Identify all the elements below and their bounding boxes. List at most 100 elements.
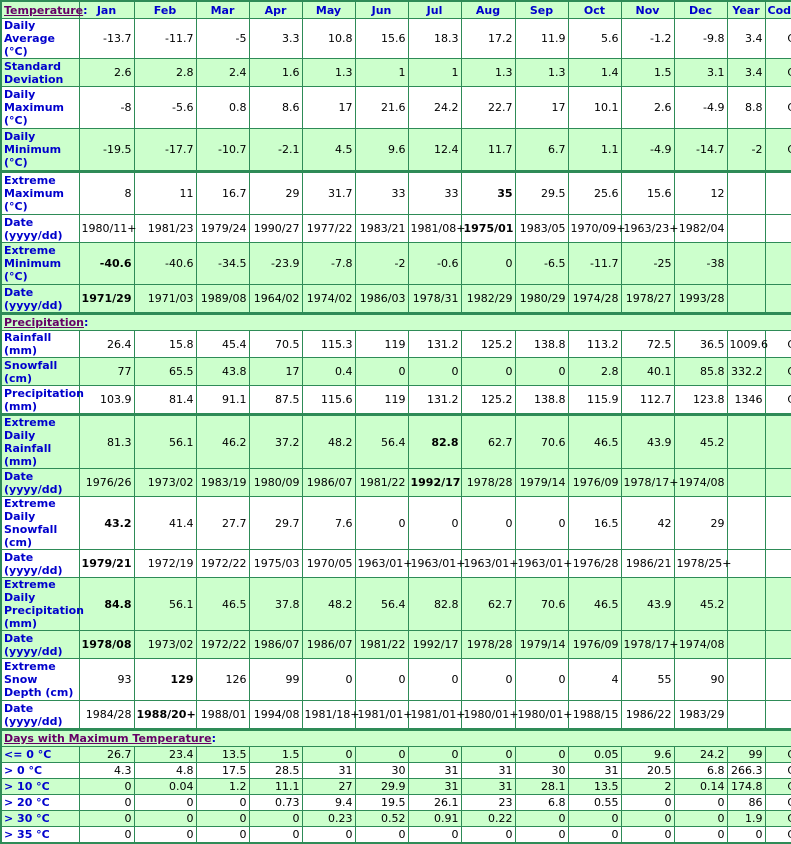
value-cell: 3.1 bbox=[673, 58, 728, 87]
row-label: Snowfall (cm) bbox=[0, 357, 80, 386]
value-cell: 11.9 bbox=[514, 18, 569, 59]
value-cell: -25 bbox=[620, 242, 675, 285]
value-cell: 1974/08 bbox=[673, 468, 728, 497]
value-cell: 0 bbox=[407, 746, 462, 763]
year-cell bbox=[726, 658, 766, 701]
value-cell: 70.5 bbox=[248, 330, 303, 358]
section-link-precipitation[interactable]: Precipitation bbox=[4, 316, 84, 329]
value-cell: 0 bbox=[354, 496, 409, 550]
value-cell: 1988/01 bbox=[195, 700, 250, 730]
section-link-days-max-temp[interactable]: Days with Maximum Temperature bbox=[4, 732, 212, 745]
value-cell: 43.9 bbox=[620, 413, 675, 469]
month-header: Apr bbox=[248, 0, 303, 19]
code-cell: C bbox=[764, 746, 791, 763]
year-cell bbox=[726, 549, 766, 578]
year-cell: 1346 bbox=[726, 385, 766, 415]
value-cell: 0 bbox=[407, 496, 462, 550]
value-cell: 41.4 bbox=[133, 496, 197, 550]
value-cell: 1963/23+ bbox=[620, 214, 678, 243]
value-cell: 0 bbox=[514, 357, 569, 386]
value-cell: 26.4 bbox=[78, 330, 135, 358]
value-cell: 46.5 bbox=[567, 413, 622, 469]
temperature-section-header: Temperature: bbox=[0, 0, 88, 19]
value-cell: 6.8 bbox=[514, 794, 569, 811]
table-row: Date (yyyy/dd) 1978/08 1973/02 1972/22 1986/… bbox=[0, 630, 791, 659]
value-cell: 1988/20+ bbox=[133, 700, 197, 730]
code-cell bbox=[764, 170, 791, 215]
code-cell: C bbox=[764, 826, 791, 844]
year-cell bbox=[726, 242, 766, 285]
value-cell: 1981/22 bbox=[354, 468, 409, 497]
value-cell: 1.1 bbox=[567, 128, 622, 172]
value-cell: 1976/26 bbox=[78, 468, 135, 497]
value-cell: 1986/03 bbox=[354, 284, 409, 314]
value-cell: 70.6 bbox=[514, 577, 569, 631]
value-cell: 1972/19 bbox=[133, 549, 197, 578]
value-cell: 113.2 bbox=[567, 330, 622, 358]
table-row: Date (yyyy/dd) 1980/11+ 1981/23 1979/24 1990… bbox=[0, 214, 791, 243]
month-header: Dec bbox=[673, 0, 728, 19]
value-cell: 17 bbox=[301, 86, 356, 129]
value-cell: 1978/28 bbox=[460, 630, 516, 659]
value-cell: 29 bbox=[248, 170, 303, 215]
value-cell: 0 bbox=[78, 810, 135, 827]
year-cell: 332.2 bbox=[726, 357, 766, 386]
value-cell: 0 bbox=[195, 810, 250, 827]
value-cell: 25.6 bbox=[567, 170, 622, 215]
value-cell: 1979/14 bbox=[514, 468, 569, 497]
value-cell: 0.73 bbox=[248, 794, 303, 811]
value-cell: 17.5 bbox=[195, 762, 250, 779]
value-cell: 1978/31 bbox=[407, 284, 462, 314]
year-cell: 86 bbox=[726, 794, 766, 811]
row-label: > 10 °C bbox=[0, 778, 80, 795]
temperature-section-link[interactable]: Temperature bbox=[4, 4, 83, 17]
year-cell: 99 bbox=[726, 746, 766, 763]
value-cell: 1983/05 bbox=[514, 214, 569, 243]
value-cell: 0 bbox=[460, 357, 516, 386]
value-cell: -38 bbox=[673, 242, 728, 285]
value-cell: 129 bbox=[133, 658, 197, 701]
value-cell: 1983/29 bbox=[673, 700, 728, 730]
value-cell: 1975/03 bbox=[248, 549, 303, 578]
table-row: Daily Minimum (°C) -19.5 -17.7 -10.7 -2.1 4.5… bbox=[0, 128, 791, 172]
code-cell: C bbox=[764, 762, 791, 779]
value-cell: 1964/02 bbox=[248, 284, 303, 314]
row-label: Date (yyyy/dd) bbox=[0, 549, 80, 578]
value-cell: 28.5 bbox=[248, 762, 303, 779]
value-cell: -4.9 bbox=[620, 128, 675, 172]
colon: : bbox=[83, 316, 89, 329]
value-cell: 0 bbox=[78, 778, 135, 795]
row-label: Date (yyyy/dd) bbox=[0, 468, 80, 497]
value-cell: 16.7 bbox=[195, 170, 250, 215]
value-cell: 72.5 bbox=[620, 330, 675, 358]
value-cell: 4 bbox=[567, 658, 622, 701]
value-cell: 56.4 bbox=[354, 413, 409, 469]
month-header: Mar bbox=[195, 0, 250, 19]
value-cell: 90 bbox=[673, 658, 728, 701]
value-cell: 24.2 bbox=[407, 86, 462, 129]
value-cell: 1.5 bbox=[620, 58, 675, 87]
value-cell: 43.9 bbox=[620, 577, 675, 631]
value-cell: 119 bbox=[354, 385, 409, 415]
value-cell: 15.6 bbox=[354, 18, 409, 59]
value-cell: -11.7 bbox=[567, 242, 622, 285]
value-cell: 1993/28 bbox=[673, 284, 728, 314]
table-row: Extreme Snow Depth (cm) 93 129 126 99 0 0 0 0 0 4 5… bbox=[0, 658, 791, 701]
year-cell bbox=[726, 214, 766, 243]
value-cell: 123.8 bbox=[673, 385, 728, 415]
year-cell: 174.8 bbox=[726, 778, 766, 795]
row-label: Precipitation (mm) bbox=[0, 385, 84, 415]
value-cell: -10.7 bbox=[195, 128, 250, 172]
value-cell: 1.5 bbox=[248, 746, 303, 763]
colon: : bbox=[211, 732, 216, 745]
value-cell: 30 bbox=[354, 762, 409, 779]
value-cell: 0 bbox=[567, 810, 622, 827]
table-row: > 35 °C0000000000000C bbox=[0, 826, 791, 844]
value-cell: 27.7 bbox=[195, 496, 250, 550]
value-cell: 1980/29 bbox=[514, 284, 569, 314]
value-cell: 1981/18+ bbox=[301, 700, 359, 730]
value-cell: 0.23 bbox=[301, 810, 356, 827]
value-cell: 29.7 bbox=[248, 496, 303, 550]
year-cell: 8.8 bbox=[726, 86, 766, 129]
month-header: Sep bbox=[514, 0, 569, 19]
